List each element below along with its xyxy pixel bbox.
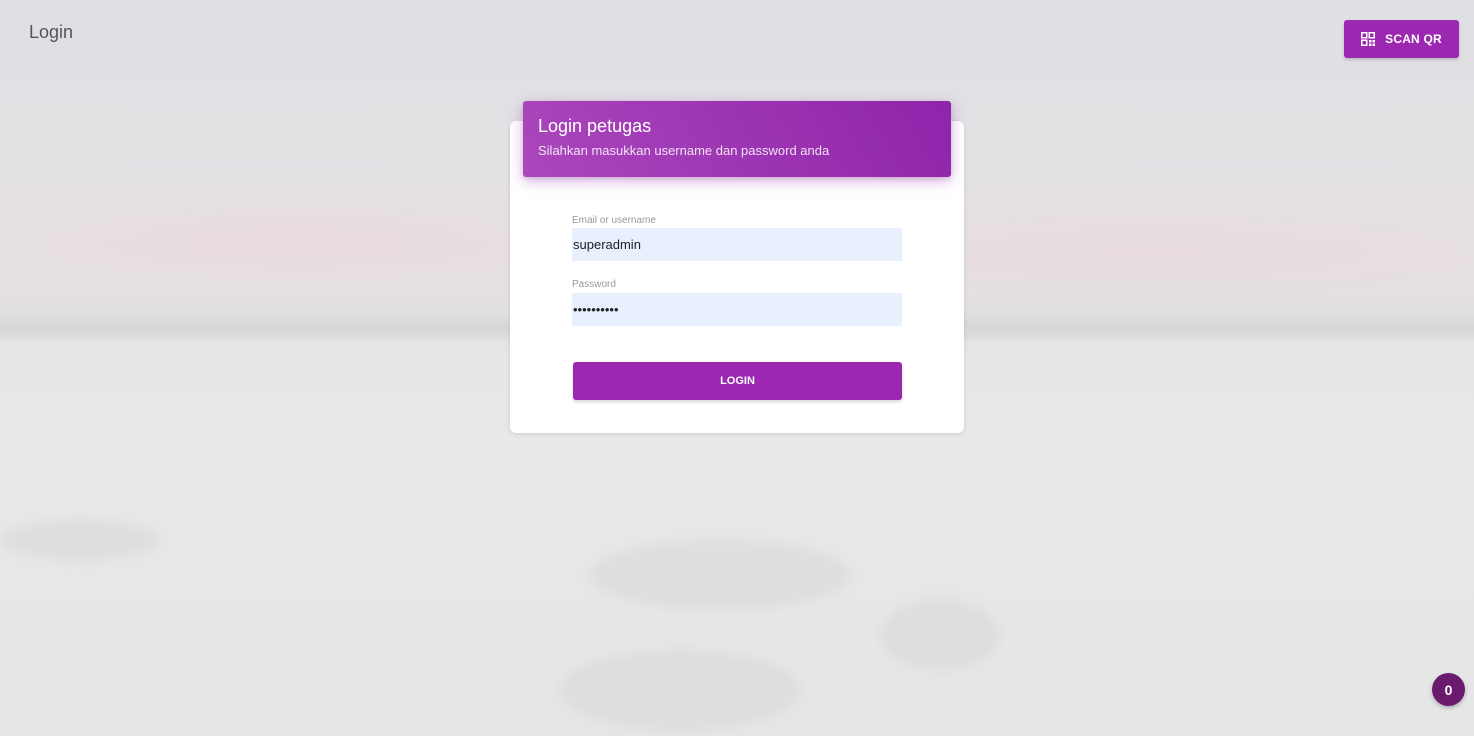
login-page: Login SCAN QR Login petugas Silahkan mas… bbox=[0, 0, 1474, 736]
login-button[interactable]: LOGIN bbox=[573, 362, 902, 400]
card-subtitle: Silahkan masukkan username dan password … bbox=[538, 143, 830, 158]
background-rock bbox=[560, 650, 800, 730]
background-rock bbox=[880, 600, 1000, 670]
background-rock bbox=[590, 540, 850, 610]
password-input[interactable] bbox=[572, 293, 902, 326]
notification-count-badge[interactable]: 0 bbox=[1432, 673, 1465, 706]
background-rock bbox=[0, 520, 160, 560]
login-card-header: Login petugas Silahkan masukkan username… bbox=[523, 101, 951, 177]
username-input[interactable] bbox=[572, 228, 902, 261]
username-label: Email or username bbox=[572, 215, 656, 226]
password-label: Password bbox=[572, 279, 616, 290]
qr-code-icon bbox=[1361, 32, 1376, 46]
card-title: Login petugas bbox=[538, 116, 652, 136]
scan-qr-button[interactable]: SCAN QR bbox=[1344, 20, 1459, 58]
scan-qr-label: SCAN QR bbox=[1385, 32, 1442, 46]
page-title: Login bbox=[29, 22, 74, 42]
